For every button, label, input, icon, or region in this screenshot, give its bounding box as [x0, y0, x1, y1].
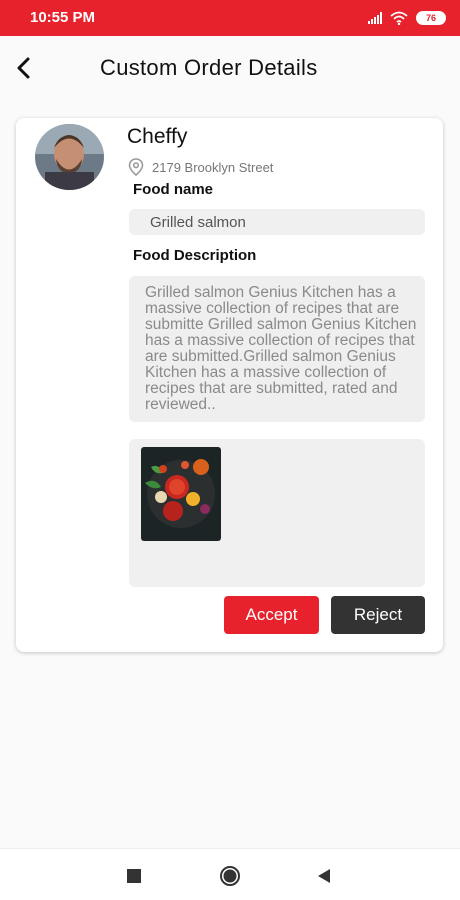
food-description-field[interactable]: Grilled salmon Genius Kitchen has a mass…	[129, 276, 425, 422]
image-area	[129, 439, 425, 587]
location-text: 2179 Brooklyn Street	[152, 159, 274, 175]
status-icons: 76	[368, 9, 446, 27]
accept-button[interactable]: Accept	[224, 596, 319, 634]
system-nav-bar	[0, 848, 460, 900]
nav-back-button[interactable]	[313, 865, 335, 887]
avatar	[35, 124, 104, 190]
back-arrow-icon	[17, 57, 30, 79]
status-bar: 10:55 PM 76	[0, 0, 460, 36]
wifi-icon	[390, 11, 408, 25]
home-button[interactable]	[219, 865, 241, 887]
reject-button[interactable]: Reject	[331, 596, 425, 634]
food-image[interactable]	[141, 447, 221, 541]
food-name-label: Food name	[133, 181, 214, 198]
location-pin-icon	[128, 158, 144, 176]
battery-icon: 76	[416, 11, 446, 25]
chef-name: Cheffy	[127, 125, 188, 148]
recent-apps-icon	[127, 869, 141, 883]
location-row: 2179 Brooklyn Street	[128, 158, 273, 176]
status-time: 10:55 PM	[30, 9, 96, 26]
food-name-field[interactable]	[129, 209, 425, 235]
recent-apps-button[interactable]	[123, 865, 145, 887]
back-triangle-icon	[318, 869, 330, 883]
food-description-label: Food Description	[133, 247, 257, 264]
header: Custom Order Details	[0, 36, 460, 102]
back-button[interactable]	[10, 54, 38, 82]
order-card: Cheffy 2179 Brooklyn Street Food name Fo…	[16, 118, 443, 652]
signal-icon	[368, 12, 382, 24]
page-title: Custom Order Details	[100, 55, 318, 80]
home-icon	[220, 866, 240, 886]
